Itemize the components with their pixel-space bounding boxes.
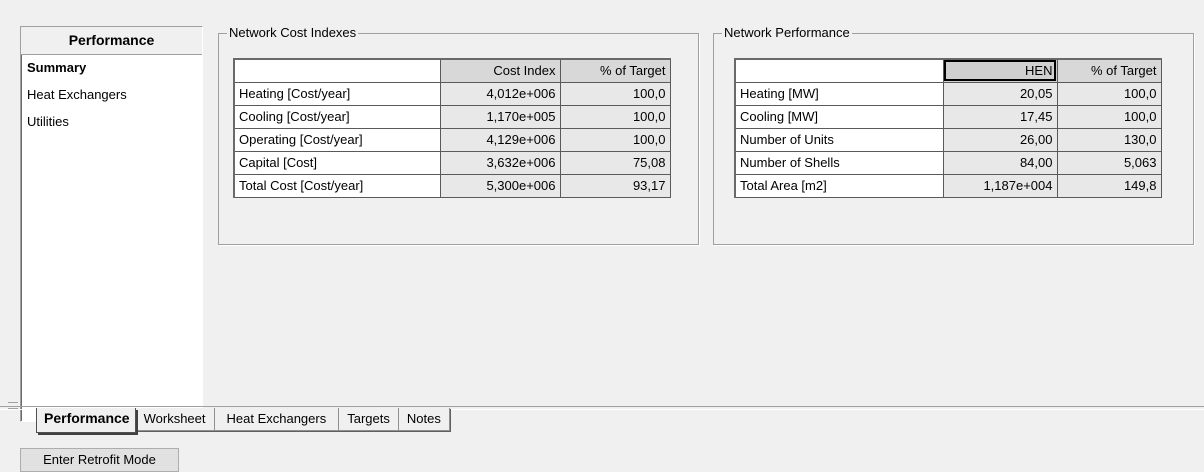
table-header-row: HEN % of Target — [734, 58, 1162, 83]
table-row: Capital [Cost] 3,632e+006 75,08 — [233, 150, 671, 175]
sidebar-header: Performance — [21, 27, 202, 55]
cost-index-group-title: Network Cost Indexes — [227, 24, 359, 42]
cell-value[interactable]: 26,00 — [942, 127, 1058, 152]
cell-value[interactable]: 20,05 — [942, 81, 1058, 106]
cell-target[interactable]: 100,0 — [1056, 104, 1162, 129]
performance-sidebar: Performance Summary Heat Exchangers Util… — [20, 26, 203, 422]
cell-target[interactable]: 100,0 — [559, 81, 671, 106]
tab-bar: Performance Worksheet Heat Exchangers Ta… — [36, 408, 450, 433]
cell-value[interactable]: 3,632e+006 — [439, 150, 561, 175]
network-performance-group-title: Network Performance — [722, 24, 852, 42]
tab-targets[interactable]: Targets — [338, 408, 399, 431]
enter-retrofit-mode-button[interactable]: Enter Retrofit Mode — [20, 448, 179, 472]
network-performance-table: HEN % of Target Heating [MW] 20,05 100,0… — [734, 58, 1162, 198]
table-row: Heating [Cost/year] 4,012e+006 100,0 — [233, 81, 671, 106]
cost-index-table: Cost Index % of Target Heating [Cost/yea… — [233, 58, 671, 198]
cell-target[interactable]: 100,0 — [559, 127, 671, 152]
cell-target[interactable]: 5,063 — [1056, 150, 1162, 175]
cell-target[interactable]: 149,8 — [1056, 173, 1162, 198]
cell-target[interactable]: 130,0 — [1056, 127, 1162, 152]
table-row: Total Cost [Cost/year] 5,300e+006 93,17 — [233, 173, 671, 198]
table-row: Heating [MW] 20,05 100,0 — [734, 81, 1162, 106]
row-label: Cooling [MW] — [734, 104, 944, 129]
sidebar-item-summary[interactable]: Summary — [21, 55, 202, 82]
row-label: Cooling [Cost/year] — [233, 104, 441, 129]
table-header-row: Cost Index % of Target — [233, 58, 671, 83]
cell-value[interactable]: 4,129e+006 — [439, 127, 561, 152]
row-label: Heating [Cost/year] — [233, 81, 441, 106]
cell-value[interactable]: 1,187e+004 — [942, 173, 1058, 198]
table-row: Cooling [Cost/year] 1,170e+005 100,0 — [233, 104, 671, 129]
cell-value[interactable]: 1,170e+005 — [439, 104, 561, 129]
tab-heat-exchangers[interactable]: Heat Exchangers — [213, 408, 340, 431]
sidebar-item-heat-exchangers[interactable]: Heat Exchangers — [21, 82, 202, 109]
table-row: Cooling [MW] 17,45 100,0 — [734, 104, 1162, 129]
cell-value[interactable]: 84,00 — [942, 150, 1058, 175]
row-label: Number of Shells — [734, 150, 944, 175]
column-header[interactable]: % of Target — [559, 58, 671, 83]
row-label: Total Cost [Cost/year] — [233, 173, 441, 198]
table-row: Total Area [m2] 1,187e+004 149,8 — [734, 173, 1162, 198]
row-label: Heating [MW] — [734, 81, 944, 106]
tab-worksheet[interactable]: Worksheet — [134, 408, 215, 431]
column-header[interactable]: % of Target — [1056, 58, 1162, 83]
cell-target[interactable]: 100,0 — [559, 104, 671, 129]
table-row: Number of Shells 84,00 5,063 — [734, 150, 1162, 175]
row-label: Total Area [m2] — [734, 173, 944, 198]
column-header — [233, 58, 441, 83]
column-header — [734, 58, 944, 83]
cell-target[interactable]: 100,0 — [1056, 81, 1162, 106]
cost-index-group: Network Cost Indexes Cost Index % of Tar… — [218, 24, 699, 245]
cell-value[interactable]: 5,300e+006 — [439, 173, 561, 198]
sidebar-item-utilities[interactable]: Utilities — [21, 109, 202, 136]
network-performance-group: Network Performance HEN % of Target Heat… — [713, 24, 1194, 245]
column-header[interactable]: Cost Index — [439, 58, 561, 83]
tab-notes[interactable]: Notes — [397, 408, 450, 431]
cell-target[interactable]: 93,17 — [559, 173, 671, 198]
cell-value[interactable]: 4,012e+006 — [439, 81, 561, 106]
cell-value[interactable]: 17,45 — [942, 104, 1058, 129]
row-label: Capital [Cost] — [233, 150, 441, 175]
cell-target[interactable]: 75,08 — [559, 150, 671, 175]
row-label: Operating [Cost/year] — [233, 127, 441, 152]
row-label: Number of Units — [734, 127, 944, 152]
table-row: Operating [Cost/year] 4,129e+006 100,0 — [233, 127, 671, 152]
column-header[interactable]: HEN — [942, 58, 1058, 83]
table-row: Number of Units 26,00 130,0 — [734, 127, 1162, 152]
tab-performance[interactable]: Performance — [36, 408, 136, 433]
